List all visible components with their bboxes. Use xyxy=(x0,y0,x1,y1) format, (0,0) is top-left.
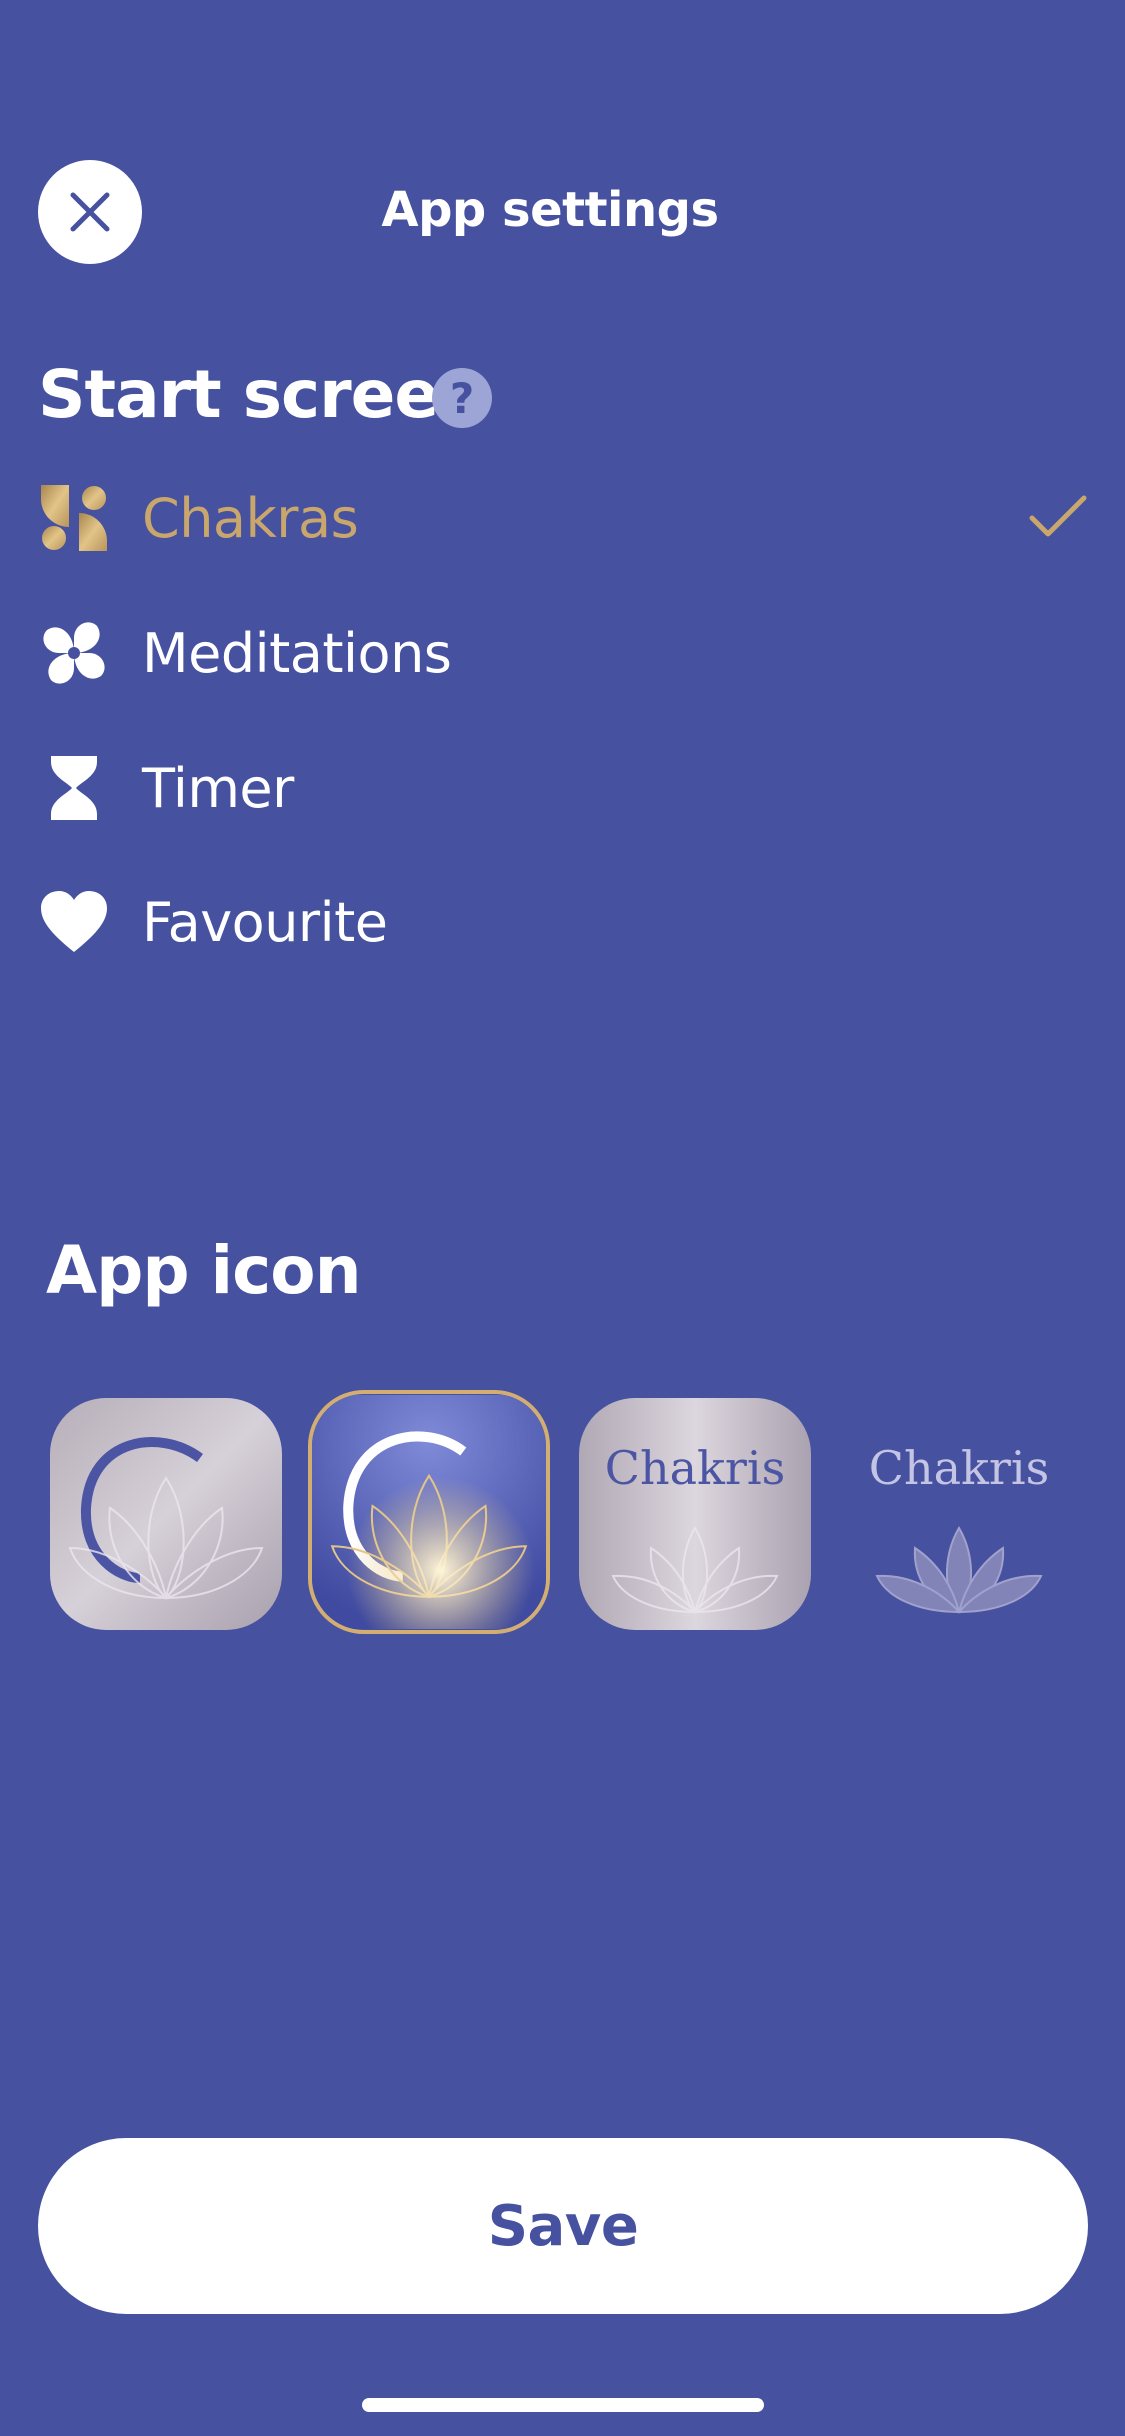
meditations-icon xyxy=(38,617,110,689)
start-option-label: Timer xyxy=(142,756,294,820)
app-icon-title: App icon xyxy=(46,1232,362,1309)
chakras-icon xyxy=(38,482,110,554)
start-option-label: Favourite xyxy=(142,890,388,954)
save-button[interactable]: Save xyxy=(38,2138,1088,2314)
home-indicator xyxy=(362,2398,764,2412)
app-icon-text: Chakris xyxy=(605,1441,785,1495)
help-icon[interactable]: ? xyxy=(432,368,492,428)
check-icon xyxy=(1028,494,1088,542)
start-option-label: Meditations xyxy=(142,621,452,685)
hourglass-icon xyxy=(38,752,110,824)
start-option-label: Chakras xyxy=(142,486,359,550)
start-option-timer[interactable]: Timer xyxy=(38,738,1088,838)
app-icon-option-silver-chakris[interactable]: Chakris xyxy=(579,1398,811,1630)
page-title: App settings xyxy=(381,182,719,238)
app-icon-option-silver-c[interactable] xyxy=(50,1398,282,1630)
heart-icon xyxy=(38,886,110,958)
start-option-chakras[interactable]: Chakras xyxy=(38,468,1088,568)
start-screen-title: Start screen xyxy=(38,356,485,433)
start-option-meditations[interactable]: Meditations xyxy=(38,603,1088,703)
app-icon-text: Chakris xyxy=(869,1441,1049,1495)
start-option-favourite[interactable]: Favourite xyxy=(38,872,1088,972)
app-icon-option-gold-c[interactable] xyxy=(308,1390,550,1634)
app-icon-option-transparent-chakris[interactable]: Chakris xyxy=(843,1398,1075,1630)
